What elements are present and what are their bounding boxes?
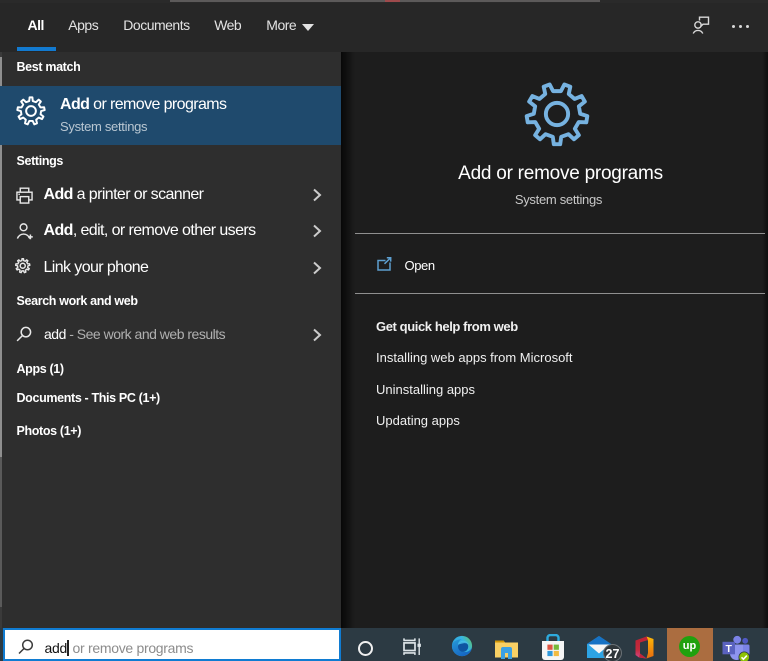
svg-text:T: T	[725, 643, 732, 655]
